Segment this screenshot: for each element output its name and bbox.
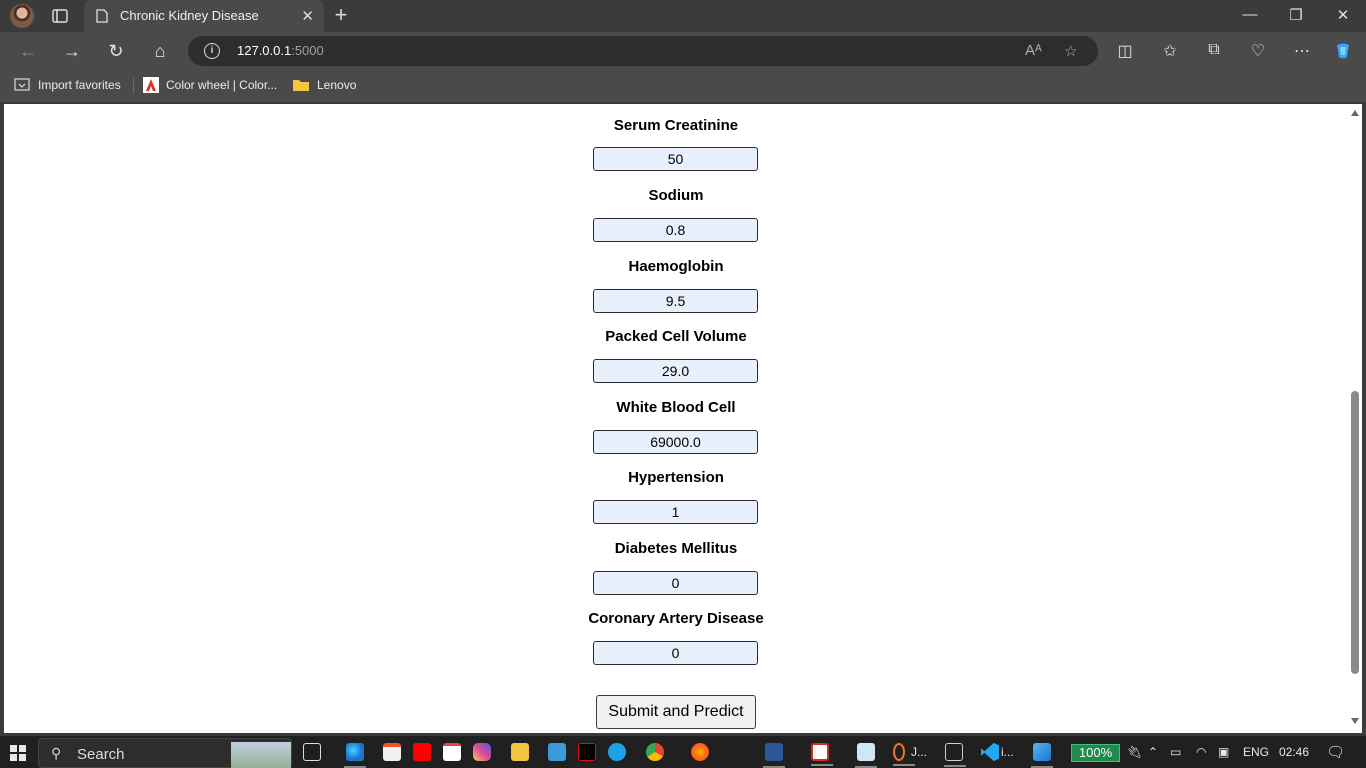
input-coronary-artery-disease[interactable] <box>593 641 758 665</box>
label-serum-creatinine: Serum Creatinine <box>613 117 739 134</box>
title-bar: Chronic Kidney Disease ✕ + — ❐ ✕ <box>0 0 1366 32</box>
firefox-icon[interactable] <box>691 743 709 761</box>
browser-essentials-icon[interactable]: ♡ <box>1248 41 1268 61</box>
input-haemoglobin[interactable] <box>593 289 758 313</box>
fav-import-favorites[interactable]: Import favorites <box>38 78 121 92</box>
favorites-bar: Import favorites Color wheel | Color... … <box>0 70 1366 102</box>
label-diabetes-mellitus: Diabetes Mellitus <box>614 540 738 557</box>
photos-icon[interactable] <box>1031 743 1053 768</box>
remote-desktop-icon[interactable] <box>548 743 566 761</box>
windows-start-icon[interactable] <box>10 745 26 761</box>
close-window-icon[interactable]: ✕ <box>1333 6 1353 24</box>
site-info-icon[interactable]: i <box>204 43 220 59</box>
url-text[interactable]: 127.0.0.1:5000 <box>237 43 324 58</box>
show-hidden-icons-chevron-icon[interactable]: ⌃ <box>1148 745 1158 759</box>
tab-title: Chronic Kidney Disease <box>120 8 259 23</box>
tab-chronic-kidney-disease[interactable]: Chronic Kidney Disease ✕ <box>84 0 324 32</box>
scroll-up-icon[interactable] <box>1351 110 1359 116</box>
instagram-icon[interactable] <box>473 743 491 761</box>
language-indicator[interactable]: ENG <box>1243 745 1269 759</box>
jupyter-icon[interactable] <box>893 743 915 766</box>
collections-icon[interactable]: ⧉ <box>1204 41 1224 59</box>
battery-icon[interactable]: ▭ <box>1170 745 1181 759</box>
display-icon[interactable]: ▣ <box>1218 745 1229 759</box>
task-view-icon[interactable] <box>303 743 321 761</box>
notifications-icon[interactable]: 🗨︎ <box>1326 743 1345 761</box>
search-label: Search <box>77 746 125 763</box>
label-sodium: Sodium <box>648 187 704 204</box>
import-favorites-icon[interactable] <box>14 78 30 95</box>
submit-predict-button[interactable]: Submit and Predict <box>596 695 756 729</box>
store-icon[interactable] <box>383 743 401 761</box>
back-icon[interactable]: ← <box>18 41 38 61</box>
battery-percent-badge: 100% <box>1071 744 1120 762</box>
split-screen-icon[interactable]: ◫ <box>1115 41 1135 61</box>
adobe-icon <box>143 77 159 96</box>
fav-lenovo[interactable]: Lenovo <box>317 78 356 92</box>
refresh-icon[interactable]: ↻ <box>106 41 126 61</box>
url-port: :5000 <box>291 43 324 58</box>
input-diabetes-mellitus[interactable] <box>593 571 758 595</box>
label-packed-cell-volume: Packed Cell Volume <box>605 328 747 345</box>
label-haemoglobin: Haemoglobin <box>628 258 724 275</box>
page-icon <box>96 9 108 28</box>
search-highlight-image <box>231 742 291 768</box>
netflix-icon[interactable] <box>578 743 596 761</box>
favorites-divider <box>133 78 134 94</box>
home-icon[interactable]: ⌂ <box>150 41 170 61</box>
more-menu-icon[interactable]: ⋯ <box>1292 41 1312 61</box>
jupyter-label: J... <box>911 745 928 759</box>
wifi-icon[interactable]: ◠ <box>1196 745 1206 759</box>
profile-avatar[interactable] <box>10 4 34 28</box>
close-tab-icon[interactable]: ✕ <box>301 7 314 25</box>
scrollbar-thumb[interactable] <box>1351 391 1359 674</box>
vscode-icon[interactable] <box>981 743 999 761</box>
taskbar-search[interactable]: ⚲ Search <box>38 738 292 768</box>
tab-actions-icon[interactable] <box>50 6 70 26</box>
acrobat-icon[interactable] <box>811 743 833 766</box>
notepad-icon[interactable] <box>855 743 877 768</box>
label-hypertension: Hypertension <box>628 469 724 486</box>
folder-icon <box>292 77 310 95</box>
input-white-blood-cell[interactable] <box>593 430 758 454</box>
clock-time[interactable]: 02:46 <box>1279 745 1309 759</box>
file-explorer-icon[interactable] <box>511 743 529 761</box>
input-serum-creatinine[interactable] <box>593 147 758 171</box>
navigation-bar: ← → ↻ ⌂ i 127.0.0.1:5000 Aᴬ ☆ ◫ ✩ ⧉ ♡ ⋯ <box>0 32 1366 70</box>
power-plug-icon: 🔌︎ <box>1127 745 1143 759</box>
youtube-icon[interactable] <box>413 743 431 761</box>
vscode-label: i... <box>1001 745 1014 759</box>
edge-icon[interactable] <box>344 743 366 768</box>
chrome-icon[interactable] <box>646 743 664 761</box>
minimize-icon[interactable]: — <box>1240 6 1260 23</box>
terminal-icon[interactable] <box>944 743 966 767</box>
scroll-down-icon[interactable] <box>1351 718 1359 724</box>
internet-explorer-icon[interactable] <box>608 743 626 761</box>
forward-icon[interactable]: → <box>62 41 82 61</box>
read-aloud-icon[interactable]: Aᴬ <box>1025 42 1042 59</box>
input-sodium[interactable] <box>593 218 758 242</box>
restore-icon[interactable]: ❐ <box>1286 6 1306 24</box>
address-bar[interactable]: i 127.0.0.1:5000 Aᴬ ☆ <box>188 36 1098 66</box>
label-coronary-artery-disease: Coronary Artery Disease <box>588 610 764 627</box>
fav-color-wheel[interactable]: Color wheel | Color... <box>166 78 277 92</box>
vertical-scrollbar[interactable] <box>1348 104 1362 733</box>
taskbar: ⚲ Search J... i... 100% 🔌︎ ⌃ ▭ ◠ ▣ ENG 0… <box>0 736 1366 768</box>
new-tab-icon[interactable]: + <box>330 4 352 26</box>
search-icon: ⚲ <box>51 745 62 761</box>
url-host: 127.0.0.1 <box>237 43 292 58</box>
gmail-icon[interactable] <box>443 743 461 761</box>
label-white-blood-cell: White Blood Cell <box>616 399 736 416</box>
favorites-icon[interactable]: ✩ <box>1160 41 1180 61</box>
favorite-star-icon[interactable]: ☆ <box>1064 42 1077 60</box>
copilot-icon[interactable] <box>1333 41 1353 66</box>
word-icon[interactable] <box>763 743 785 768</box>
input-packed-cell-volume[interactable] <box>593 359 758 383</box>
input-hypertension[interactable] <box>593 500 758 524</box>
page-viewport: Serum Creatinine Sodium Haemoglobin Pack… <box>4 104 1362 733</box>
